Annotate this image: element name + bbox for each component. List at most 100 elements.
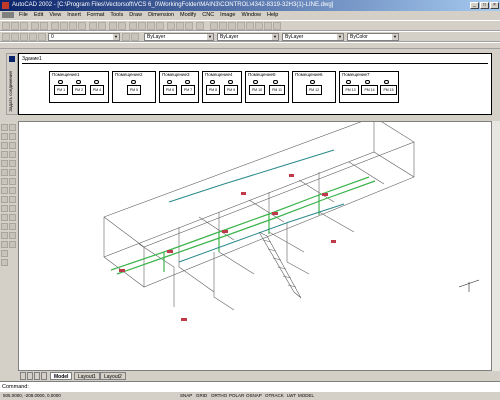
command-line[interactable]: Command:	[0, 381, 500, 392]
room-box[interactable]: Помещение4 PM 8 PM 9	[202, 71, 242, 103]
tool-palette-icon[interactable]	[185, 22, 193, 30]
room-unit[interactable]: PM 11	[269, 80, 285, 95]
mtext-icon[interactable]	[1, 259, 8, 266]
menu-draw[interactable]: Draw	[126, 11, 145, 20]
zoom-window-icon[interactable]	[147, 22, 155, 30]
spline-icon[interactable]	[1, 196, 8, 203]
mirror-icon[interactable]	[9, 142, 16, 149]
room-unit[interactable]: PM 1	[54, 80, 68, 95]
trim-icon[interactable]	[9, 196, 16, 203]
cloud-icon[interactable]	[1, 187, 8, 194]
extend-icon[interactable]	[9, 205, 16, 212]
color-dropdown[interactable]: ByLayer ▼	[144, 33, 214, 41]
print-icon[interactable]	[31, 22, 39, 30]
linetype-dropdown[interactable]: ByLayer ▼	[217, 33, 279, 41]
cnc-tool-icon[interactable]	[246, 22, 254, 30]
room-box[interactable]: Помещение1 PM 1 PM 2 PM 4	[49, 71, 109, 103]
menu-insert[interactable]: Insert	[64, 11, 84, 20]
match-properties-icon[interactable]	[78, 22, 86, 30]
tracking-icon[interactable]	[118, 22, 126, 30]
menu-edit[interactable]: Edit	[31, 11, 46, 20]
menu-file[interactable]: File	[16, 11, 31, 20]
lineweight-dropdown[interactable]: ByLayer ▼	[282, 33, 344, 41]
zoom-previous-icon[interactable]	[156, 22, 164, 30]
help-icon[interactable]	[196, 22, 204, 30]
polar-toggle[interactable]: POLAR	[229, 392, 244, 400]
cnc-tool-icon[interactable]	[255, 22, 263, 30]
pan-icon[interactable]	[129, 22, 137, 30]
room-unit[interactable]: PM 13	[342, 80, 359, 95]
tab-model[interactable]: Model	[50, 372, 73, 380]
hyperlink-icon[interactable]	[109, 22, 117, 30]
new-file-icon[interactable]	[2, 22, 10, 30]
break-icon[interactable]	[9, 214, 16, 221]
cnc-tool-icon[interactable]	[264, 22, 272, 30]
next-tab-icon[interactable]	[34, 372, 40, 380]
menu-cnc[interactable]: CNC	[199, 11, 217, 20]
room-unit[interactable]: PM 15	[380, 80, 397, 95]
cnc-tool-icon[interactable]	[228, 22, 236, 30]
stretch-icon[interactable]	[9, 187, 16, 194]
minimize-button[interactable]: _	[470, 2, 479, 9]
construction-line-icon[interactable]	[1, 133, 8, 140]
ortho-toggle[interactable]: ORTHO	[211, 392, 227, 400]
osnap-toggle[interactable]: OSNAP	[246, 392, 262, 400]
cnc-tool-icon[interactable]	[273, 22, 281, 30]
rectangle-icon[interactable]	[1, 160, 8, 167]
zoom-realtime-icon[interactable]	[138, 22, 146, 30]
snap-toggle[interactable]: SNAP	[180, 392, 192, 400]
offset-icon[interactable]	[9, 151, 16, 158]
polyline-icon[interactable]	[1, 142, 8, 149]
room-box[interactable]: Помещение7 PM 13 PM 14 PM 15	[339, 71, 399, 103]
layer-previous-icon[interactable]	[131, 33, 139, 41]
room-unit[interactable]: PM 2	[72, 80, 86, 95]
polygon-icon[interactable]	[1, 151, 8, 158]
redo-icon[interactable]	[98, 22, 106, 30]
move-icon[interactable]	[9, 124, 16, 131]
vertical-scrollbar[interactable]	[492, 121, 500, 371]
hatch-icon[interactable]	[1, 241, 8, 248]
room-box[interactable]: Помещение5 PM 10 PM 11	[245, 71, 289, 103]
room-unit[interactable]: PM 4	[90, 80, 104, 95]
region-icon[interactable]	[1, 250, 8, 257]
layer-state-icon[interactable]	[11, 33, 19, 41]
room-unit[interactable]: PM 10	[249, 80, 265, 95]
room-unit[interactable]: PM 8	[206, 80, 220, 95]
close-button[interactable]: ×	[490, 2, 499, 9]
explode-icon[interactable]	[9, 241, 16, 248]
room-unit[interactable]: PM 5	[127, 80, 141, 95]
save-icon[interactable]	[20, 22, 28, 30]
room-box[interactable]: Помещение3 PM 6 PM 7	[159, 71, 199, 103]
model-toggle[interactable]: MODEL	[298, 392, 314, 400]
copy-icon[interactable]	[60, 22, 68, 30]
layer-state-icon[interactable]	[29, 33, 37, 41]
cut-icon[interactable]	[51, 22, 59, 30]
menu-dimension[interactable]: Dimension	[145, 11, 177, 20]
plotstyle-dropdown[interactable]: ByColor ▼	[347, 33, 399, 41]
layer-dropdown[interactable]: 0 ▼	[48, 33, 120, 41]
room-unit[interactable]: PM 7	[181, 80, 195, 95]
point-icon[interactable]	[1, 232, 8, 239]
maximize-button[interactable]: □	[480, 2, 489, 9]
layer-state-icon[interactable]	[38, 33, 46, 41]
ellipse-icon[interactable]	[1, 205, 8, 212]
room-box[interactable]: Помещение2 PM 5	[112, 71, 156, 103]
menu-modify[interactable]: Modify	[177, 11, 199, 20]
paste-icon[interactable]	[69, 22, 77, 30]
menu-view[interactable]: View	[46, 11, 64, 20]
array-icon[interactable]	[9, 160, 16, 167]
lwt-toggle[interactable]: LWT	[287, 392, 296, 400]
cnc-tool-icon[interactable]	[237, 22, 245, 30]
copy-object-icon[interactable]	[9, 133, 16, 140]
print-preview-icon[interactable]	[40, 22, 48, 30]
room-unit[interactable]: PM 6	[163, 80, 177, 95]
chamfer-icon[interactable]	[9, 223, 16, 230]
undo-icon[interactable]	[89, 22, 97, 30]
room-unit[interactable]: PM 12	[306, 80, 322, 95]
room-unit[interactable]: PM 14	[361, 80, 378, 95]
fillet-icon[interactable]	[9, 232, 16, 239]
make-block-icon[interactable]	[1, 223, 8, 230]
first-tab-icon[interactable]	[20, 372, 26, 380]
layer-state-icon[interactable]	[20, 33, 28, 41]
properties-icon[interactable]	[167, 22, 175, 30]
